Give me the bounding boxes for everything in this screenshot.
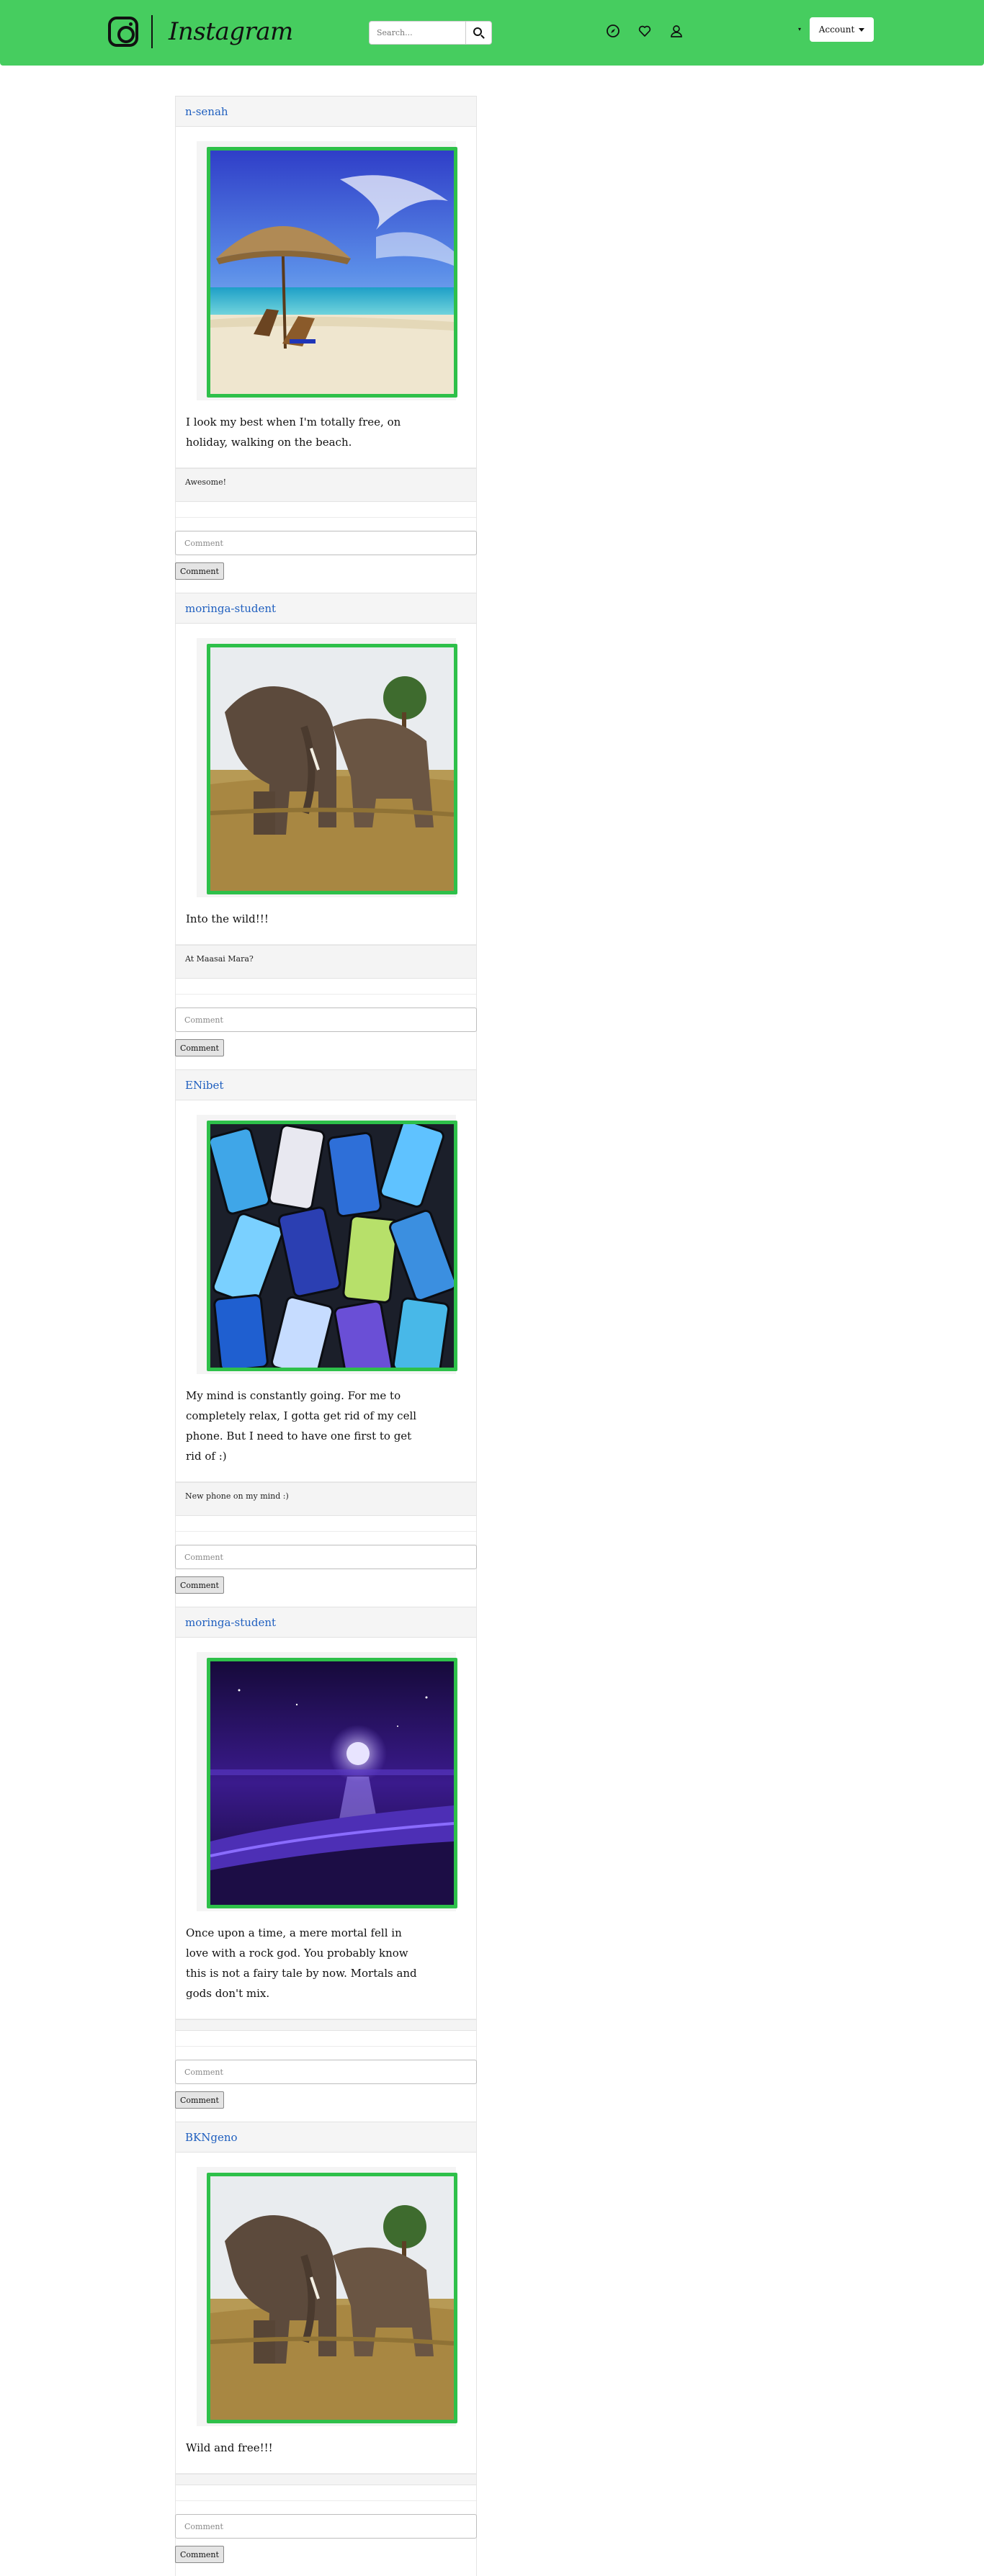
post-image-frame [196,1652,457,1911]
user-icon[interactable] [669,24,684,38]
post-username-link[interactable]: n-senah [185,105,228,118]
divider [176,929,476,945]
comment-submit-button[interactable]: Comment [175,1039,224,1056]
search-button[interactable] [465,21,492,45]
post-feed: n-senah I look my best when I'm totally … [175,96,477,2576]
post-username-link[interactable]: moringa-student [185,602,276,615]
post-caption: Once upon a time, a mere mortal fell in … [186,1926,417,2000]
post-username-link[interactable]: moringa-student [185,1616,276,1629]
comments-empty [176,2474,476,2485]
brand[interactable]: Instagram [108,15,293,48]
divider [176,502,476,518]
comment-submit-button[interactable]: Comment [175,2091,224,2109]
divider [176,452,476,468]
divider [176,1516,476,1532]
instagram-logo-icon [108,17,138,47]
comment-input[interactable] [175,2514,477,2539]
moonlit-sea-photo[interactable] [206,1658,457,1908]
post-caption: I look my best when I'm totally free, on… [186,416,401,449]
post-username-link[interactable]: ENibet [185,1079,223,1092]
navbar: Instagram ▾ Account [0,0,984,66]
caret-down-icon [859,27,865,32]
post-card: BKNgeno Wild and free!!! Comment Comment [175,2122,477,2576]
heart-icon[interactable] [638,24,652,38]
post-image-wrap [176,1638,476,1911]
divider [176,2031,476,2047]
comment-item: Awesome! [176,468,476,502]
search-input[interactable] [369,21,465,45]
nav-icons [606,24,684,38]
elephants-photo[interactable] [206,644,457,894]
elephants-photo[interactable] [206,2173,457,2423]
comment-submit-button[interactable]: Comment [175,562,224,580]
brand-divider [151,15,153,48]
post-card: ENibet My mind is constantly going. For … [175,1069,477,1607]
post-image-frame [196,2167,457,2426]
post-header: ENibet [176,1069,476,1100]
post-caption: My mind is constantly going. For me to c… [186,1389,417,1463]
comment-submit-button[interactable]: Comment [175,2546,224,2563]
divider [176,2003,476,2019]
post-card: moringa-student [175,1607,477,2122]
comment-input[interactable] [175,1545,477,1569]
comment-input[interactable] [175,531,477,555]
post-image-wrap [176,127,476,400]
post-card: n-senah I look my best when I'm totally … [175,96,477,593]
comment-input[interactable] [175,1007,477,1032]
post-card: moringa-student [175,593,477,1069]
divider [176,1466,476,1482]
divider [176,979,476,995]
beach-umbrella-photo[interactable] [206,147,457,398]
account-label: Account [818,24,855,35]
post-image-frame [196,1115,457,1374]
comment-item: At Maasai Mara? [176,945,476,979]
comments-empty [176,2019,476,2031]
post-image-wrap [176,2153,476,2426]
post-header: n-senah [176,96,476,127]
post-header: BKNgeno [176,2122,476,2153]
post-header: moringa-student [176,1607,476,1638]
post-username-link[interactable]: BKNgeno [185,2131,238,2144]
search-form [369,21,492,45]
divider [176,2458,476,2474]
post-caption: Into the wild!!! [186,912,269,925]
account-dropdown-button[interactable]: Account [810,17,874,42]
post-header: moringa-student [176,593,476,624]
mobile-phones-photo[interactable] [206,1121,457,1371]
post-image-frame [196,141,457,400]
comment-submit-button[interactable]: Comment [175,1576,224,1594]
brand-name: Instagram [169,17,293,46]
post-image-wrap [176,624,476,897]
divider [176,2485,476,2501]
comment-input[interactable] [175,2060,477,2084]
comment-item: New phone on my mind :) [176,1482,476,1516]
post-image-wrap [176,1100,476,1374]
post-image-frame [196,638,457,897]
compass-icon[interactable] [606,24,620,38]
caret-down-icon[interactable]: ▾ [798,26,801,32]
search-icon [473,27,482,36]
post-caption: Wild and free!!! [186,2441,273,2454]
